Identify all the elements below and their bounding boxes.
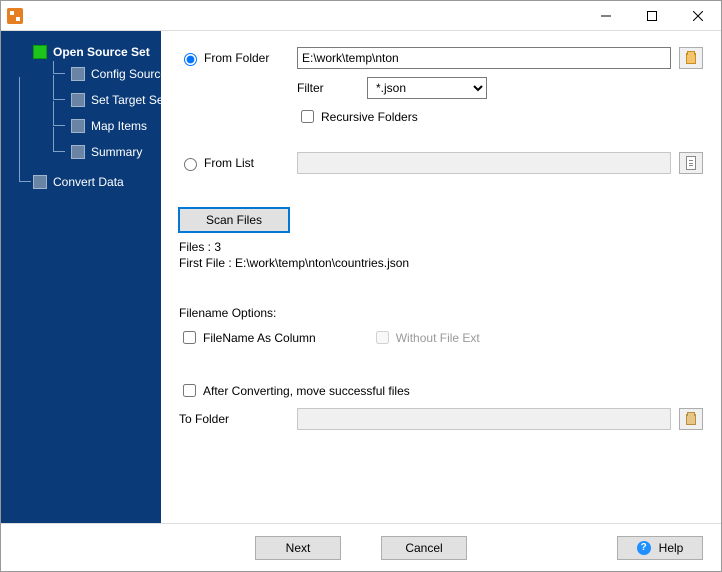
app-window: Open Source Set Config Source <box>0 0 722 572</box>
app-icon <box>7 8 23 24</box>
from-list-radio-label[interactable]: From List <box>179 155 289 171</box>
filename-options-heading: Filename Options: <box>179 306 703 320</box>
filename-as-column-checkbox-label[interactable]: FileName As Column <box>179 328 316 347</box>
without-file-ext-checkbox <box>376 331 389 344</box>
wizard-footer: Next Cancel ? Help <box>1 523 721 571</box>
recursive-folders-checkbox-label[interactable]: Recursive Folders <box>297 107 418 126</box>
step-label: Set Target Set <box>91 91 167 109</box>
cancel-button[interactable]: Cancel <box>381 536 467 560</box>
filename-as-column-text: FileName As Column <box>203 331 316 345</box>
maximize-button[interactable] <box>629 1 675 30</box>
step-marker-icon <box>33 175 47 189</box>
close-button[interactable] <box>675 1 721 30</box>
step-summary[interactable]: Summary <box>71 143 161 161</box>
from-folder-radio[interactable] <box>184 53 197 66</box>
from-list-radio[interactable] <box>184 158 197 171</box>
step-label: Convert Data <box>53 173 124 191</box>
step-marker-icon <box>33 45 47 59</box>
recursive-folders-checkbox[interactable] <box>301 110 314 123</box>
browse-to-folder-button[interactable] <box>679 408 703 430</box>
step-label: Summary <box>91 143 142 161</box>
filter-select[interactable]: *.json <box>367 77 487 99</box>
browse-list-button[interactable] <box>679 152 703 174</box>
files-count-text: Files : 3 <box>179 240 703 254</box>
folder-icon <box>686 53 696 64</box>
filter-label: Filter <box>297 81 357 95</box>
to-folder-path-input <box>297 408 671 430</box>
next-button[interactable]: Next <box>255 536 341 560</box>
step-label: Map Items <box>91 117 147 135</box>
step-marker-icon <box>71 67 85 81</box>
from-folder-radio-label[interactable]: From Folder <box>179 50 289 66</box>
help-button[interactable]: ? Help <box>617 536 703 560</box>
step-open-source-set[interactable]: Open Source Set <box>33 43 161 61</box>
step-label: Open Source Set <box>53 43 150 61</box>
recursive-label-text: Recursive Folders <box>321 110 418 124</box>
step-marker-icon <box>71 145 85 159</box>
from-list-label-text: From List <box>204 156 254 170</box>
step-set-target-set[interactable]: Set Target Set <box>71 91 161 109</box>
scan-files-button[interactable]: Scan Files <box>179 208 289 232</box>
step-marker-icon <box>71 93 85 107</box>
minimize-button[interactable] <box>583 1 629 30</box>
from-folder-label-text: From Folder <box>204 51 269 65</box>
step-label: Config Source <box>91 65 167 83</box>
without-file-ext-checkbox-label: Without File Ext <box>372 328 480 347</box>
move-after-convert-text: After Converting, move successful files <box>203 384 410 398</box>
step-marker-icon <box>71 119 85 133</box>
wizard-steps-tree: Open Source Set Config Source <box>1 39 161 195</box>
wizard-sidebar: Open Source Set Config Source <box>1 31 161 523</box>
content-pane: From Folder Filter *.json Recursive Fold… <box>161 31 721 523</box>
help-icon: ? <box>637 541 651 555</box>
step-convert-data[interactable]: Convert Data <box>33 173 161 191</box>
titlebar <box>1 1 721 31</box>
step-map-items[interactable]: Map Items <box>71 117 161 135</box>
move-after-convert-checkbox[interactable] <box>183 384 196 397</box>
filename-as-column-checkbox[interactable] <box>183 331 196 344</box>
step-config-source[interactable]: Config Source <box>71 65 161 83</box>
without-file-ext-text: Without File Ext <box>396 331 480 345</box>
from-list-path-input <box>297 152 671 174</box>
first-file-text: First File : E:\work\temp\nton\countries… <box>179 256 703 270</box>
folder-icon <box>686 414 696 425</box>
browse-folder-button[interactable] <box>679 47 703 69</box>
list-file-icon <box>686 156 696 170</box>
to-folder-label: To Folder <box>179 412 289 426</box>
from-folder-path-input[interactable] <box>297 47 671 69</box>
move-after-convert-checkbox-label[interactable]: After Converting, move successful files <box>179 381 410 400</box>
